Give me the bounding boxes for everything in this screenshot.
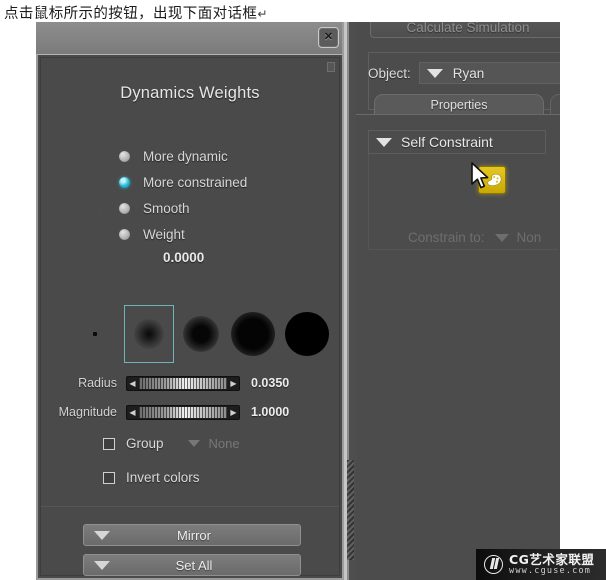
increment-arrow-icon[interactable]: ▶ xyxy=(228,377,239,390)
falloff-preset-hard-large[interactable] xyxy=(283,306,331,362)
falloff-preset-pixel[interactable] xyxy=(71,306,119,362)
radio-weight[interactable]: Weight xyxy=(119,221,247,247)
falloff-swatch xyxy=(93,332,97,336)
group-label: Group xyxy=(126,436,164,451)
watermark-text: CG艺术家联盟 www.cguse.com xyxy=(509,553,594,575)
radio-indicator-icon xyxy=(119,202,130,214)
group-dropdown-value: None xyxy=(208,436,240,451)
calculate-simulation-button[interactable]: Calculate Simulation xyxy=(370,22,560,38)
object-label: Object: xyxy=(368,65,411,81)
radio-label: More constrained xyxy=(143,174,248,190)
object-dropdown[interactable]: Ryan xyxy=(418,62,560,84)
set-all-label: Set All xyxy=(175,557,213,573)
properties-panel: Calculate Simulation Object: Ryan Proper… xyxy=(356,22,560,580)
chevron-down-icon xyxy=(187,440,200,447)
mirror-button[interactable]: Mirror xyxy=(83,524,301,546)
tab-properties-label: Properties xyxy=(430,97,488,112)
divider xyxy=(41,506,339,507)
radio-indicator-selected-icon xyxy=(119,176,130,188)
set-all-button[interactable]: Set All xyxy=(83,554,301,576)
radio-more-constrained[interactable]: More constrained xyxy=(119,169,247,195)
decrement-arrow-icon[interactable]: ◀ xyxy=(127,377,138,390)
invert-colors-checkbox-row: Invert colors xyxy=(103,470,200,485)
self-constraint-title: Self Constraint xyxy=(401,134,493,150)
radio-label: Smooth xyxy=(143,200,190,216)
tab-properties[interactable]: Properties xyxy=(374,94,544,114)
chevron-down-icon xyxy=(94,530,110,540)
mirror-label: Mirror xyxy=(177,527,211,543)
calculate-simulation-label: Calculate Simulation xyxy=(406,22,530,35)
constrain-to-label: Constrain to: xyxy=(408,230,485,245)
radio-label: More dynamic xyxy=(143,148,228,164)
slider-fill[interactable] xyxy=(139,406,227,418)
falloff-swatch xyxy=(231,312,275,356)
dynamics-mode-radio-group: More dynamic More constrained Smooth Wei… xyxy=(119,143,247,247)
watermark: CG艺术家联盟 www.cguse.com xyxy=(476,549,606,580)
panel-splitter[interactable] xyxy=(342,22,356,580)
screenshot-root: 点击鼠标所示的按钮，出现下面对话框↵ ✕ Dynamics Weights Mo… xyxy=(0,0,606,580)
resize-grip-icon[interactable] xyxy=(327,62,335,72)
object-selector-row: Object: Ryan xyxy=(368,62,560,84)
dialog-titlebar[interactable]: ✕ xyxy=(36,22,344,54)
self-constraint-section-header[interactable]: Self Constraint xyxy=(368,130,546,154)
group-dropdown[interactable]: None xyxy=(187,436,240,451)
object-value: Ryan xyxy=(452,65,485,81)
falloff-preset-soft-small[interactable] xyxy=(124,305,174,363)
falloff-swatch xyxy=(285,312,329,356)
group-checkbox-row: Group None xyxy=(103,436,240,451)
tab-strip: Properties xyxy=(374,94,560,114)
radius-slider[interactable]: ◀ ▶ xyxy=(126,375,240,391)
chevron-down-icon xyxy=(376,137,392,147)
radius-slider-row: Radius ◀ ▶ 0.0350 xyxy=(41,374,289,392)
tab-underline xyxy=(356,114,560,115)
page-background-notch xyxy=(560,518,606,549)
radio-indicator-icon xyxy=(119,150,130,162)
paint-brush-icon[interactable] xyxy=(478,166,506,194)
chevron-down-icon xyxy=(94,560,110,570)
splitter-grip-icon[interactable] xyxy=(347,460,354,560)
chevron-down-icon xyxy=(426,68,443,78)
decrement-arrow-icon[interactable]: ◀ xyxy=(127,406,138,419)
radio-indicator-icon xyxy=(119,228,130,240)
falloff-swatch xyxy=(134,319,164,349)
caption-chinese: 点击鼠标所示的按钮，出现下面对话框 xyxy=(4,6,258,22)
pilcrow-mark: ↵ xyxy=(257,7,268,21)
application-capture: ✕ Dynamics Weights More dynamic More con… xyxy=(36,22,560,580)
magnitude-value[interactable]: 1.0000 xyxy=(251,405,289,419)
slider-fill[interactable] xyxy=(139,377,227,389)
magnitude-slider-row: Magnitude ◀ ▶ 1.0000 xyxy=(41,403,289,421)
watermark-url: www.cguse.com xyxy=(509,565,592,576)
tab-secondary[interactable] xyxy=(550,94,560,114)
radius-label: Radius xyxy=(78,376,117,390)
caption-text: 点击鼠标所示的按钮，出现下面对话框↵ xyxy=(4,2,268,23)
falloff-preset-row xyxy=(41,305,339,368)
increment-arrow-icon[interactable]: ▶ xyxy=(228,406,239,419)
dialog-content: Dynamics Weights More dynamic More const… xyxy=(40,57,340,576)
falloff-swatch xyxy=(183,316,219,352)
paint-blob-glyph xyxy=(487,173,502,186)
group-checkbox[interactable] xyxy=(103,437,115,450)
radio-smooth[interactable]: Smooth xyxy=(119,195,247,221)
magnitude-label: Magnitude xyxy=(58,405,117,419)
weight-value: 0.0000 xyxy=(163,250,205,265)
constrain-to-value: Non xyxy=(516,230,542,245)
constrain-to-row: Constrain to: Non xyxy=(408,230,541,245)
chevron-down-icon xyxy=(494,233,509,242)
radio-label: Weight xyxy=(143,226,185,242)
cg-logo-icon xyxy=(484,555,503,574)
radio-more-dynamic[interactable]: More dynamic xyxy=(119,143,247,169)
watermark-title: CG艺术家联盟 xyxy=(509,552,595,568)
dialog-window: Dynamics Weights More dynamic More const… xyxy=(36,54,344,580)
falloff-preset-soft-mid[interactable] xyxy=(177,306,225,362)
close-icon[interactable]: ✕ xyxy=(318,27,339,48)
invert-colors-checkbox[interactable] xyxy=(103,471,115,484)
page-title: Dynamics Weights xyxy=(120,84,260,102)
radius-value[interactable]: 0.0350 xyxy=(251,376,289,390)
falloff-preset-soft-large[interactable] xyxy=(229,306,277,362)
invert-colors-label: Invert colors xyxy=(126,470,200,485)
magnitude-slider[interactable]: ◀ ▶ xyxy=(126,404,240,420)
